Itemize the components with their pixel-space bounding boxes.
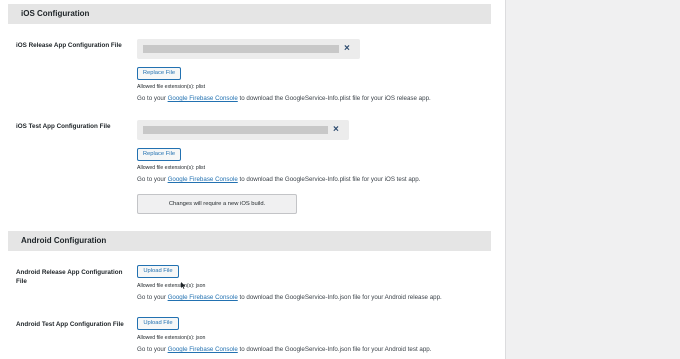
desc-text: Go to your <box>137 176 168 183</box>
ios-test-replace-button[interactable]: Replace File <box>137 148 181 161</box>
ios-release-label: iOS Release App Configuration File <box>16 42 122 49</box>
android-release-upload-button[interactable]: Upload File <box>137 265 179 278</box>
ios-test-description: Go to your Google Firebase Console to do… <box>137 176 420 184</box>
android-test-upload-button[interactable]: Upload File <box>137 317 179 330</box>
android-release-allowed-ext: Allowed file extension(s): json <box>137 283 206 289</box>
android-test-allowed-ext: Allowed file extension(s): json <box>137 335 206 341</box>
ios-test-label: iOS Test App Configuration File <box>16 123 111 130</box>
pointer-cursor-icon <box>181 282 186 291</box>
firebase-console-link[interactable]: Google Firebase Console <box>168 95 238 102</box>
close-icon[interactable]: × <box>333 123 339 137</box>
android-release-label: Android Release App Configuration File <box>16 269 123 285</box>
android-release-description: Go to your Google Firebase Console to do… <box>137 294 442 302</box>
android-test-label: Android Test App Configuration File <box>16 321 124 328</box>
ios-test-file-field: × <box>137 120 349 140</box>
ios-test-filename-placeholder <box>143 126 328 134</box>
ios-release-filename-placeholder <box>143 45 339 53</box>
firebase-console-link[interactable]: Google Firebase Console <box>168 294 238 301</box>
firebase-console-link[interactable]: Google Firebase Console <box>168 346 238 353</box>
ios-release-allowed-ext: Allowed file extension(s): plist <box>137 84 206 90</box>
ios-build-notice: Changes will require a new iOS build. <box>137 194 297 214</box>
ios-release-file-field: × <box>137 39 360 59</box>
desc-text: to download the GoogleService-Info.plist… <box>237 95 431 102</box>
settings-panel: iOS Configuration iOS Release App Config… <box>0 0 506 359</box>
desc-text: to download the GoogleService-Info.plist… <box>237 176 421 183</box>
firebase-console-link[interactable]: Google Firebase Console <box>168 176 238 183</box>
ios-release-description: Go to your Google Firebase Console to do… <box>137 95 431 103</box>
desc-text: Go to your <box>137 294 168 301</box>
desc-text: Go to your <box>137 346 168 353</box>
android-section-header: Android Configuration <box>8 231 491 251</box>
desc-text: to download the GoogleService-Info.json … <box>237 346 432 353</box>
desc-text: to download the GoogleService-Info.json … <box>237 294 442 301</box>
ios-release-replace-button[interactable]: Replace File <box>137 67 181 80</box>
ios-test-allowed-ext: Allowed file extension(s): plist <box>137 165 206 171</box>
android-test-description: Go to your Google Firebase Console to do… <box>137 346 431 354</box>
desc-text: Go to your <box>137 95 168 102</box>
ios-section-header: iOS Configuration <box>8 4 491 24</box>
close-icon[interactable]: × <box>344 42 350 56</box>
